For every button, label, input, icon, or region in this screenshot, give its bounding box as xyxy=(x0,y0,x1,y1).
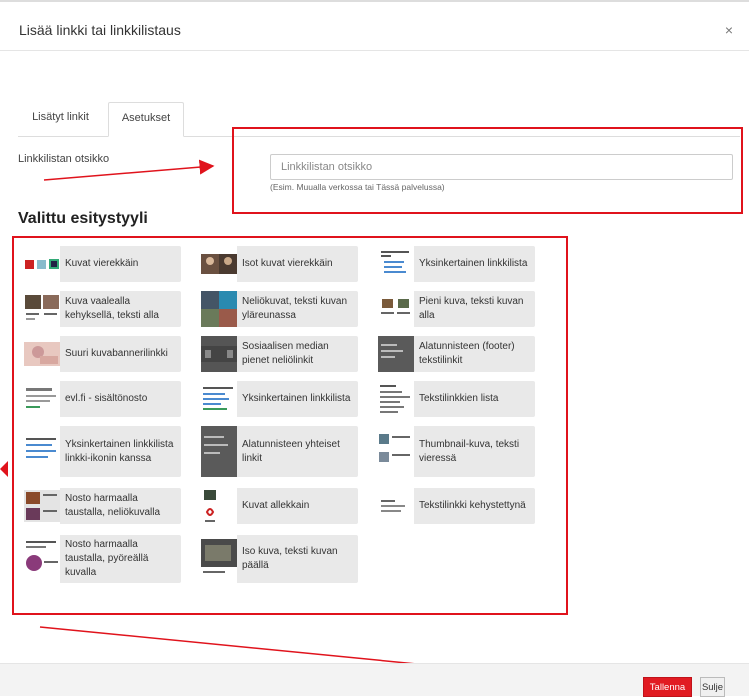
arrow-to-title-field xyxy=(43,159,215,181)
dialog-footer xyxy=(0,663,749,696)
save-button[interactable]: Tallenna xyxy=(643,677,692,697)
close-button[interactable]: Sulje xyxy=(700,677,725,697)
arrow-left-pointer xyxy=(0,461,8,477)
annotation-arrows xyxy=(0,159,623,691)
